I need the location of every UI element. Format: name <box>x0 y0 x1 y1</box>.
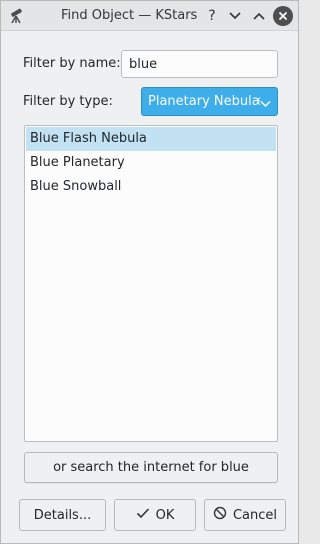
list-item-label: Blue Flash Nebula <box>30 131 147 146</box>
filter-name-input[interactable] <box>121 50 278 78</box>
close-icon[interactable] <box>273 6 293 26</box>
cancel-button[interactable]: Cancel <box>204 499 286 531</box>
find-object-dialog: Find Object — KStars ? Filter by name: F… <box>0 0 299 544</box>
checkmark-icon <box>136 507 150 523</box>
details-label: Details... <box>33 507 92 523</box>
help-icon[interactable]: ? <box>203 7 221 25</box>
list-item[interactable]: Blue Planetary <box>26 151 276 175</box>
chevron-down-icon <box>260 97 271 112</box>
search-internet-button[interactable]: or search the internet for blue <box>24 452 278 483</box>
telescope-icon[interactable] <box>8 7 26 25</box>
list-item-label: Blue Snowball <box>30 179 122 194</box>
ok-label: OK <box>155 507 175 523</box>
filter-type-label: Filter by type: <box>23 94 113 109</box>
filter-type-select[interactable]: Planetary Nebulæ <box>141 87 278 116</box>
cancel-icon <box>213 506 227 524</box>
filter-type-value: Planetary Nebulæ <box>148 94 260 109</box>
details-button[interactable]: Details... <box>19 499 106 531</box>
ok-button[interactable]: OK <box>114 499 196 531</box>
chevron-up-icon[interactable] <box>250 7 268 25</box>
list-item[interactable]: Blue Flash Nebula <box>26 127 276 151</box>
results-list[interactable]: Blue Flash Nebula Blue Planetary Blue Sn… <box>24 125 278 442</box>
window-title: Find Object — KStars <box>61 8 198 23</box>
list-item[interactable]: Blue Snowball <box>26 175 276 199</box>
cancel-label: Cancel <box>232 507 278 523</box>
list-item-label: Blue Planetary <box>30 155 125 170</box>
title-bar[interactable]: Find Object — KStars ? <box>1 1 298 31</box>
filter-name-label: Filter by name: <box>23 56 121 71</box>
chevron-down-icon[interactable] <box>226 7 244 25</box>
search-internet-label: or search the internet for blue <box>53 460 249 475</box>
